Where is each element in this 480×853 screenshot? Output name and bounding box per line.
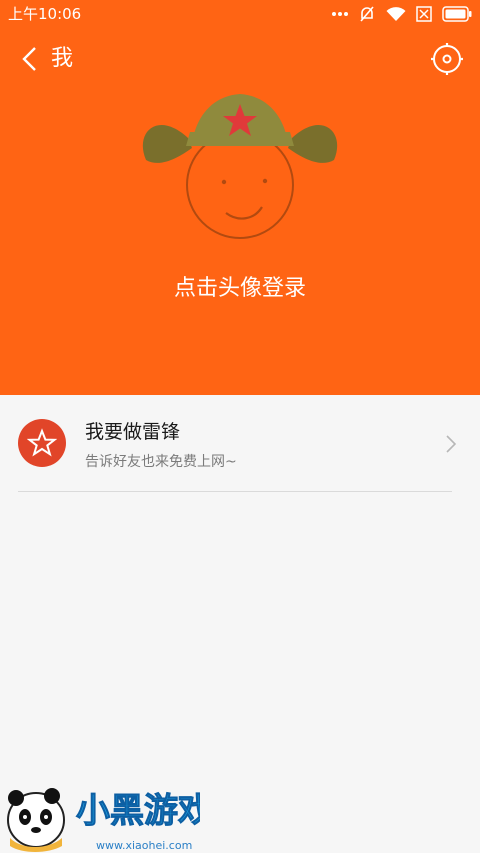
more-dots-icon	[332, 12, 348, 16]
settings-button[interactable]	[430, 42, 464, 76]
status-icons	[332, 5, 472, 23]
svg-text:小黑游戏: 小黑游戏	[76, 791, 200, 831]
avatar[interactable]	[140, 90, 340, 250]
top-nav: 我	[0, 38, 480, 80]
sim-off-icon	[416, 6, 432, 22]
star-badge	[18, 419, 66, 467]
ushanka-face-icon	[142, 94, 338, 239]
refer-title: 我要做雷锋	[85, 421, 181, 443]
svg-text:www.xiaohei.com: www.xiaohei.com	[96, 839, 192, 852]
divider	[18, 491, 452, 492]
status-time: 上午10:06	[8, 5, 82, 23]
wifi-icon	[386, 7, 406, 21]
status-bar: 上午10:06	[0, 0, 480, 28]
chevron-left-icon	[22, 47, 36, 71]
refer-friend-item[interactable]: 我要做雷锋 告诉好友也来免费上网~	[0, 395, 480, 492]
login-prompt[interactable]: 点击头像登录	[0, 274, 480, 304]
page-title: 我	[51, 46, 74, 71]
chevron-right-icon	[446, 435, 457, 453]
refer-subtitle: 告诉好友也来免费上网~	[85, 454, 237, 470]
xiaohei-watermark-logo: 小黑游戏 www.xiaohei.com	[7, 788, 200, 852]
battery-icon	[442, 6, 472, 22]
gear-icon	[431, 43, 463, 75]
header: 上午10:06 我 点击头像登录	[0, 0, 480, 395]
alarm-off-icon	[360, 6, 374, 22]
star-icon	[27, 428, 57, 457]
back-button[interactable]	[14, 44, 44, 74]
